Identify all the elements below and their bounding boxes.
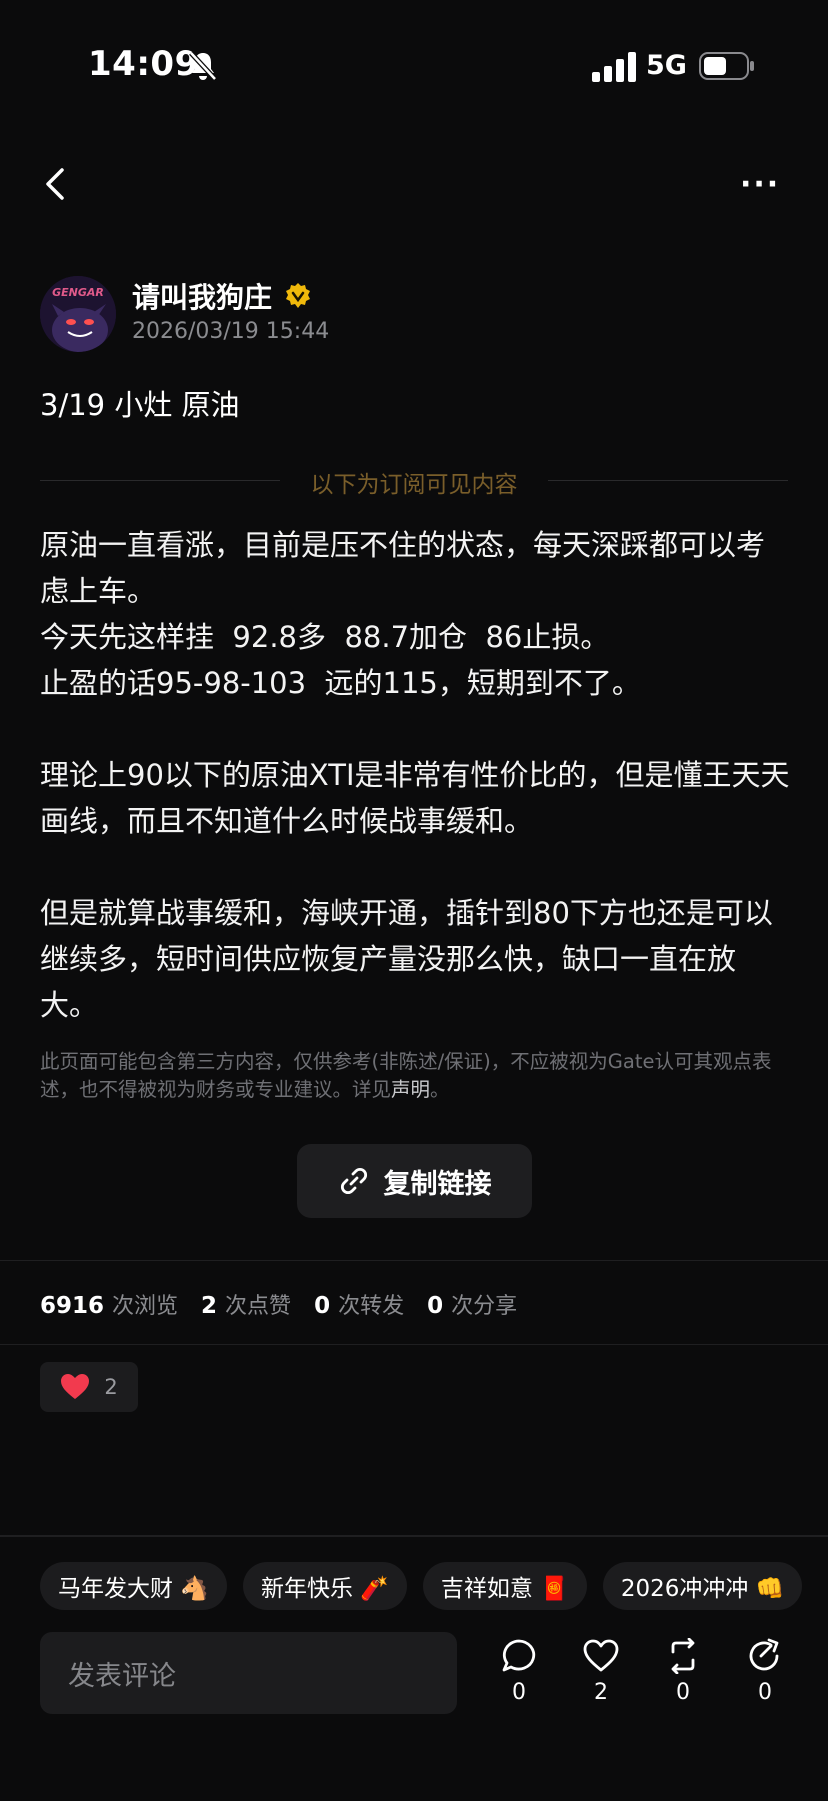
verified-badge-icon [286,283,310,308]
quick-comment-chips: 马年发大财 🐴 新年快乐 🧨 吉祥如意 🧧 2026冲冲冲 👊 [40,1562,803,1610]
reaction-count: 2 [104,1375,118,1399]
repost-button[interactable]: 0 [658,1638,708,1705]
views-label: 次浏览 [112,1294,179,1319]
post-timestamp: 2026/03/19 15:44 [132,319,330,344]
avatar[interactable]: GENGAR [40,276,116,352]
likes-label: 次点赞 [225,1294,292,1319]
status-bar: 14:09 5G [0,0,828,130]
heart-reaction-button[interactable]: 2 [40,1362,138,1412]
repost-count: 0 [676,1680,690,1705]
comment-count: 0 [512,1680,526,1705]
status-time: 14:09 [88,44,199,84]
back-chevron-icon[interactable] [40,164,70,204]
reposts-count: 0 [314,1293,331,1319]
shares-count: 0 [427,1293,444,1319]
gengar-avatar-image: GENGAR [40,276,116,352]
quick-comment-chip[interactable]: 马年发大财 🐴 [40,1562,227,1610]
post-title: 3/19 小灶 原油 [40,388,240,422]
quick-comment-chip[interactable]: 2026冲冲冲 👊 [602,1562,803,1610]
copy-link-label: 复制链接 [383,1168,492,1200]
quick-comment-chip[interactable]: 吉祥如意 🧧 [422,1562,587,1610]
comment-button[interactable]: 0 [494,1638,544,1705]
copy-link-button[interactable]: 复制链接 [297,1144,532,1218]
divider [0,1260,828,1261]
quick-comment-chip[interactable]: 新年快乐 🧨 [242,1562,407,1610]
post-paragraph: 原油一直看涨，目前是压不住的状态，每天深踩都可以考虑上车。 今天先这样挂 92.… [40,528,766,700]
signal-icon [592,52,636,82]
heart-icon [61,1374,90,1399]
author-name[interactable]: 请叫我狗庄 [132,276,272,316]
views-count: 6916 [40,1293,105,1319]
share-icon [749,1638,779,1671]
share-count: 0 [758,1680,772,1705]
like-button[interactable]: 2 [576,1638,626,1705]
divider [0,1344,828,1345]
share-button[interactable]: 0 [740,1638,790,1705]
likes-count: 2 [201,1293,218,1319]
post-paragraph: 但是就算战事缓和，海峡开通，插针到80下方也还是可以继续多，短时间供应恢复产量没… [40,896,773,1022]
like-count: 2 [594,1680,608,1705]
subscriber-divider-text: 以下为订阅可见内容 [310,472,518,498]
post-paragraph: 理论上90以下的原油XTI是非常有性价比的，但是懂王天天画线，而且不知道什么时候… [40,758,790,838]
reposts-label: 次转发 [338,1294,405,1319]
disclaimer-end: 。 [430,1078,450,1101]
network-type: 5G [646,50,687,81]
heart-outline-icon [583,1639,619,1672]
battery-icon [699,52,754,80]
divider [0,1535,828,1537]
bell-off-icon [189,51,217,81]
more-options-button[interactable]: ··· [740,170,782,200]
post-body: 原油一直看涨，目前是压不住的状态，每天深踩都可以考虑上车。 今天先这样挂 92.… [40,522,792,1028]
comment-bubble-icon [502,1639,536,1672]
disclaimer-link[interactable]: 声明 [391,1078,430,1101]
shares-label: 次分享 [451,1294,518,1319]
avatar-logo-text: GENGAR [52,286,104,299]
disclaimer: 此页面可能包含第三方内容，仅供参考(非陈述/保证)，不应被视为Gate认可其观点… [40,1048,790,1104]
link-icon [340,1167,367,1195]
repost-icon [671,1638,695,1674]
subscriber-divider: 以下为订阅可见内容 [40,463,788,498]
post-stats: 6916 次浏览 2 次点赞 0 次转发 0 次分享 [40,1288,533,1320]
comment-input[interactable]: 发表评论 [40,1632,457,1714]
